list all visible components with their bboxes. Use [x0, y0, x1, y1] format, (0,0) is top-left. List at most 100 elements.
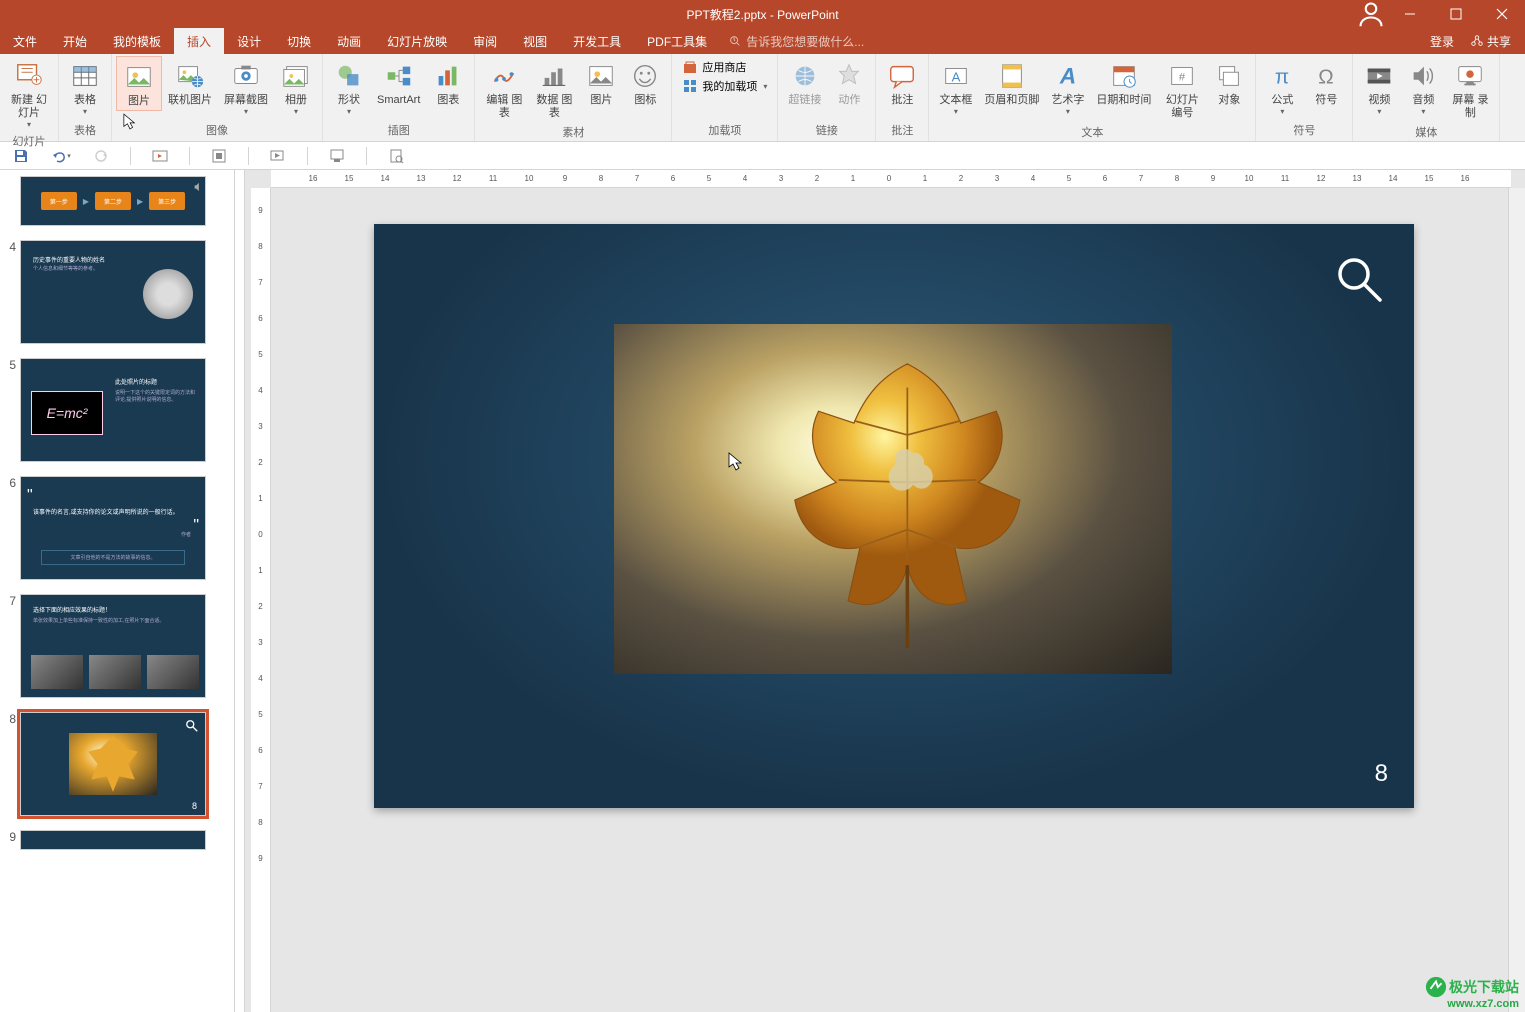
thumb-subtitle: 个人信息和细节等等的参考。: [33, 265, 98, 272]
audio-button[interactable]: 音频 ▾: [1401, 56, 1445, 118]
textbox-icon: A: [940, 60, 972, 92]
video-button[interactable]: 视频 ▾: [1357, 56, 1401, 118]
menu-design[interactable]: 设计: [224, 28, 274, 54]
comment-icon: [886, 60, 918, 92]
header-footer-icon: [996, 60, 1028, 92]
separator: [189, 147, 190, 165]
share-button[interactable]: 共享: [1464, 31, 1517, 52]
menu-view[interactable]: 视图: [510, 28, 560, 54]
menu-animations[interactable]: 动画: [324, 28, 374, 54]
thumbnail-9[interactable]: 9: [4, 830, 230, 850]
current-slide[interactable]: 8: [374, 224, 1414, 808]
slide-image[interactable]: [614, 324, 1172, 674]
title-bar: PPT教程2.pptx - PowerPoint: [0, 0, 1525, 28]
magnifier-icon: [1334, 254, 1384, 309]
screen-recording-label: 屏幕 录制: [1451, 94, 1489, 120]
material-icon-button[interactable]: 图标: [623, 56, 667, 109]
redo-button[interactable]: [90, 145, 112, 167]
save-button[interactable]: [10, 145, 32, 167]
audio-icon: [1407, 60, 1439, 92]
date-time-button[interactable]: 日期和时间: [1090, 56, 1157, 109]
menu-my-templates[interactable]: 我的模板: [100, 28, 174, 54]
undo-button[interactable]: ▾: [50, 145, 72, 167]
screen-recording-icon: [1454, 60, 1486, 92]
action-button: 动作: [827, 56, 871, 109]
thumb-slide-5[interactable]: 此处照片的标题 说明一下这个的关键限定词的方法和评论,提供照片说明的信息。 E=…: [20, 358, 206, 462]
equation-label: 公式: [1271, 94, 1293, 107]
thumbnail-3[interactable]: 第一步 ▶ 第二步 ▶ 第三步: [4, 176, 230, 226]
login-link[interactable]: 登录: [1424, 33, 1460, 50]
app-store-button[interactable]: 应用商店: [680, 58, 769, 76]
online-picture-label: 联机图片: [168, 94, 212, 107]
comment-button[interactable]: 批注: [880, 56, 924, 109]
thumbnail-8[interactable]: 8 8: [4, 712, 230, 816]
header-footer-button[interactable]: 页眉和页脚: [978, 56, 1045, 109]
screenshot-label: 屏幕截图: [224, 94, 268, 107]
shapes-button[interactable]: 形状 ▾: [327, 56, 371, 118]
menu-pdf-toolkit[interactable]: PDF工具集: [634, 28, 720, 54]
scroll-gutter[interactable]: [235, 170, 245, 1012]
textbox-label: 文本框: [939, 94, 972, 107]
account-icon[interactable]: [1357, 0, 1385, 28]
album-button[interactable]: 相册 ▾: [274, 56, 318, 118]
picture-button[interactable]: 图片: [116, 56, 162, 111]
smartart-button[interactable]: SmartArt: [371, 56, 426, 109]
menu-file[interactable]: 文件: [0, 28, 50, 54]
thumbnail-4[interactable]: 4 历史事件的重要人物的姓名 个人信息和细节等等的参考。: [4, 240, 230, 344]
wordart-button[interactable]: A 艺术字 ▾: [1045, 56, 1090, 118]
new-slide-button[interactable]: 新建 幻灯片 ▾: [4, 56, 54, 131]
slide-thumbnails-panel[interactable]: 第一步 ▶ 第二步 ▶ 第三步 4 历史事件的重要人物的姓名 个人信息和细节等等…: [0, 170, 235, 1012]
thumb-slide-9[interactable]: [20, 830, 206, 850]
minimize-button[interactable]: [1387, 0, 1433, 28]
equation-button[interactable]: π 公式 ▾: [1260, 56, 1304, 118]
thumb-slide-8[interactable]: 8: [20, 712, 206, 816]
thumbnail-7[interactable]: 7 选择下面的相应效果的标题！ 单张效果加上单些标准保持一致性的加工,在照片下面…: [4, 594, 230, 698]
thumb-slide-6[interactable]: " 该事件的名言,或支持你的论文或声明所说的一般行话。 " 作者 文章引自他的不…: [20, 476, 206, 580]
table-label: 表格: [74, 94, 96, 107]
group-comments-label: 批注: [880, 120, 924, 141]
table-button[interactable]: 表格 ▾: [63, 56, 107, 118]
menu-review[interactable]: 审阅: [460, 28, 510, 54]
watermark-brand: 极光下载站: [1449, 977, 1519, 997]
vertical-ruler: 9876543210123456789: [251, 188, 271, 1012]
menu-transitions[interactable]: 切换: [274, 28, 324, 54]
qat-start-from-current[interactable]: [267, 145, 289, 167]
slide-number-button[interactable]: # 幻灯片 编号: [1157, 56, 1207, 122]
data-chart-button[interactable]: 数据 图表: [529, 56, 579, 122]
menu-developer[interactable]: 开发工具: [560, 28, 634, 54]
chart-button[interactable]: 图表: [426, 56, 470, 109]
qat-touch-mode[interactable]: [208, 145, 230, 167]
my-addins-label: 我的加载项: [702, 78, 757, 94]
data-chart-icon: [538, 60, 570, 92]
tell-me-search[interactable]: 告诉我您想要做什么...: [720, 28, 872, 54]
qat-slideshow-from-start[interactable]: [149, 145, 171, 167]
textbox-button[interactable]: A 文本框 ▾: [933, 56, 978, 118]
menu-home[interactable]: 开始: [50, 28, 100, 54]
material-picture-button[interactable]: 图片: [579, 56, 623, 109]
screenshot-button[interactable]: 屏幕截图 ▾: [218, 56, 274, 118]
slide-container[interactable]: 8: [297, 210, 1491, 992]
thumb-slide-3[interactable]: 第一步 ▶ 第二步 ▶ 第三步: [20, 176, 206, 226]
menu-insert[interactable]: 插入: [174, 28, 224, 54]
menu-slideshow[interactable]: 幻灯片放映: [374, 28, 460, 54]
close-button[interactable]: [1479, 0, 1525, 28]
thumb-quote: 该事件的名言,或支持你的论文或声明所说的一般行话。: [33, 507, 193, 516]
new-slide-icon: [13, 60, 45, 92]
thumb-slide-4[interactable]: 历史事件的重要人物的姓名 个人信息和细节等等的参考。: [20, 240, 206, 344]
arrow-icon: ▶: [83, 197, 89, 206]
maximize-button[interactable]: [1433, 0, 1479, 28]
vertical-scrollbar[interactable]: [1508, 188, 1525, 1012]
qat-presenter-view[interactable]: [326, 145, 348, 167]
thumb-slide-7[interactable]: 选择下面的相应效果的标题！ 单张效果加上单些标准保持一致性的加工,在照片下面合适…: [20, 594, 206, 698]
thumb-author: 作者: [181, 531, 191, 538]
thumbnail-6[interactable]: 6 " 该事件的名言,或支持你的论文或声明所说的一般行话。 " 作者 文章引自他…: [4, 476, 230, 580]
slide-number-icon: #: [1166, 60, 1198, 92]
thumbnail-5[interactable]: 5 此处照片的标题 说明一下这个的关键限定词的方法和评论,提供照片说明的信息。 …: [4, 358, 230, 462]
qat-print-preview[interactable]: [385, 145, 407, 167]
symbol-button[interactable]: Ω 符号: [1304, 56, 1348, 109]
online-picture-button[interactable]: 联机图片: [162, 56, 218, 109]
edit-chart-button[interactable]: 编辑 图表: [479, 56, 529, 122]
my-addins-button[interactable]: 我的加载项▾: [680, 77, 769, 95]
object-button[interactable]: 对象: [1207, 56, 1251, 109]
screen-recording-button[interactable]: 屏幕 录制: [1445, 56, 1495, 122]
